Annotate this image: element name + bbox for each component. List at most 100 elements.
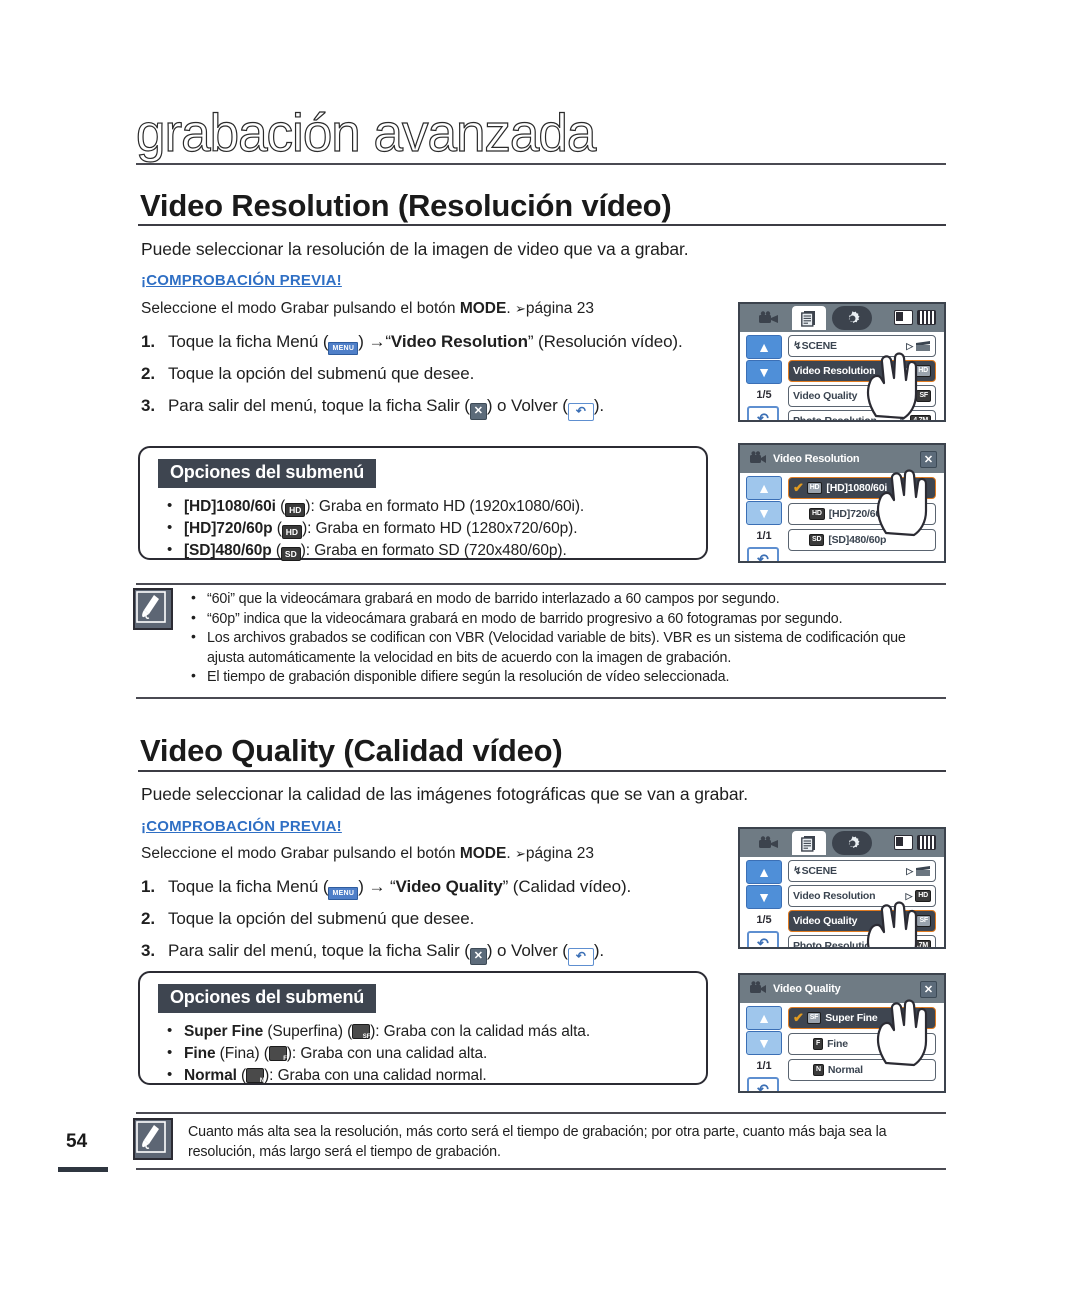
menu-row-video-resolution[interactable]: Video Resolution ▶ HD — [788, 360, 936, 382]
submenu-row-label: Normal — [827, 1064, 863, 1076]
submenu-row-hd720[interactable]: HD [HD]720/60p — [788, 503, 936, 525]
submenu-row-hd1080[interactable]: ✔ HD [HD]1080/60i — [788, 477, 936, 499]
clapper-icon — [916, 866, 930, 876]
submenu-row-fine[interactable]: F Fine — [788, 1033, 936, 1055]
option-row: [HD]720/60p (HD): Graba en formato HD (1… — [162, 517, 584, 540]
chevron-right-icon: ▷ — [906, 390, 914, 401]
quality-badge-icon: F — [813, 1038, 824, 1050]
chevron-right-icon: ▷ — [900, 415, 908, 422]
submenu-options-list-1: [HD]1080/60i (HD): Graba en formato HD (… — [162, 495, 584, 562]
step-pre: Para salir del menú, toque la ficha Sali… — [168, 396, 470, 415]
menu-row-photo-resolution[interactable]: Photo Resolution ▷ 4.7M — [788, 935, 936, 949]
submenu-row-super-fine[interactable]: ✔ SF Super Fine — [788, 1007, 936, 1029]
back-icon[interactable]: ↶ — [567, 403, 594, 421]
note-divider-top-2 — [136, 1112, 946, 1114]
submenu-options-box-2: Opciones del submenú Super Fine (Superfi… — [138, 971, 708, 1087]
close-icon[interactable]: ✕ — [469, 948, 487, 965]
camcorder-tab[interactable] — [752, 306, 786, 330]
hd-badge-icon: HD — [281, 525, 303, 539]
chevron-right-icon: ▷ — [905, 890, 913, 901]
menu-row-video-quality[interactable]: Video Quality ▷ SF — [788, 385, 936, 407]
submenu-row-label: [HD]720/60p — [828, 508, 888, 520]
menu-row-scene[interactable]: ↯SCENE ▷ — [788, 860, 936, 882]
submenu-row-normal[interactable]: N Normal — [788, 1059, 936, 1081]
manual-page: grabación avanzada Video Resolution (Res… — [0, 0, 1080, 1289]
step-mid: ) — [358, 877, 369, 896]
scroll-down-button[interactable]: ▼ — [746, 1031, 782, 1055]
back-button[interactable]: ↶ — [747, 1077, 779, 1091]
chevron-right-icon: ▷ — [906, 340, 913, 351]
status-icons — [894, 310, 936, 325]
note-item: “60i” que la videocámara grabará en modo… — [188, 588, 946, 610]
back-icon[interactable]: ↶ — [567, 948, 594, 966]
menu-icon[interactable]: MENU — [328, 342, 359, 355]
section-divider-1 — [138, 224, 946, 226]
menu-row-video-resolution[interactable]: Video Resolution ▷ HD — [788, 885, 936, 907]
lcd-menu-video-resolution: ▲ ▼ 1/5 ↶ ↯SCENE ▷ Video Resolution ▶ HD… — [738, 302, 946, 422]
step-number: 1. — [141, 877, 155, 896]
scroll-up-button[interactable]: ▲ — [746, 860, 782, 884]
hd-badge-icon: HD — [285, 503, 306, 517]
chapter-header: grabación avanzada — [135, 103, 946, 164]
page-number-rule — [58, 1167, 108, 1172]
sd-badge-icon: SD — [809, 534, 825, 546]
menu-icon[interactable]: MENU — [328, 887, 359, 900]
scroll-down-button[interactable]: ▼ — [746, 360, 782, 384]
chapter-divider — [136, 163, 946, 165]
step-bold-term: Video Resolution — [390, 332, 528, 351]
camcorder-tab[interactable] — [752, 831, 786, 855]
option-label: [HD]720/60p — [184, 520, 273, 537]
sd-badge-icon: SD — [280, 547, 301, 561]
scroll-down-button[interactable]: ▼ — [746, 885, 782, 909]
back-button[interactable]: ↶ — [747, 931, 779, 947]
section-heading-video-quality: Video Quality (Calidad vídeo) — [140, 733, 563, 768]
menu-row-video-quality[interactable]: Video Quality ▶ SF — [788, 910, 936, 932]
submenu-title: Video Quality — [750, 980, 936, 998]
close-icon[interactable]: ✕ — [920, 981, 937, 998]
section-divider-2 — [138, 770, 946, 772]
step-text: Para salir del menú, toque la ficha Sali… — [168, 396, 604, 421]
submenu-options-title-1: Opciones del submenú — [158, 459, 377, 488]
precheck-text-a-2: Seleccione el modo Grabar pulsando el bo… — [141, 845, 460, 862]
step-mid: ) — [358, 332, 369, 351]
submenu-row-sd480[interactable]: SD [SD]480/60p — [788, 529, 936, 551]
menu-row-photo-resolution[interactable]: Photo Resolution ▷ 4.7M — [788, 410, 936, 422]
option-desc: : Graba en formato SD (720x480/60p). — [305, 542, 567, 559]
submenu-options-box-1: Opciones del submenú [HD]1080/60i (HD): … — [138, 446, 708, 562]
scroll-up-button[interactable]: ▲ — [746, 1006, 782, 1030]
step-text: Toque la opción del submenú que desee. — [168, 364, 475, 383]
menu-row-scene[interactable]: ↯SCENE ▷ — [788, 335, 936, 357]
close-icon[interactable]: ✕ — [469, 403, 487, 420]
scroll-down-button[interactable]: ▼ — [746, 501, 782, 525]
note-divider-top-1 — [136, 583, 946, 585]
list-tab[interactable] — [792, 306, 826, 330]
chevron-right-icon: ▷ — [900, 940, 908, 949]
step-post: (Resolución vídeo). — [533, 332, 683, 351]
note-list-1: “60i” que la videocámara grabará en modo… — [188, 588, 946, 688]
quote-open: “ — [385, 877, 396, 896]
note-item: El tiempo de grabación disponible difier… — [188, 666, 946, 688]
settings-tab[interactable] — [832, 306, 872, 330]
scroll-up-button[interactable]: ▲ — [746, 335, 782, 359]
list-tab[interactable] — [792, 831, 826, 855]
precheck-page-ref-1: página 23 — [525, 300, 594, 317]
back-button[interactable]: ↶ — [747, 547, 779, 561]
step-number: 2. — [141, 364, 155, 383]
submenu-options-list-2: Super Fine (Superfina) (): Graba con la … — [162, 1020, 591, 1087]
camcorder-icon — [750, 451, 767, 467]
option-desc: : Graba con una calidad alta. — [291, 1045, 488, 1062]
menu-row-label: Video Quality — [793, 915, 858, 927]
option-desc: : Graba en formato HD (1280x720/60p). — [307, 520, 578, 537]
back-button[interactable]: ↶ — [747, 406, 779, 420]
note-divider-bottom-2 — [136, 1168, 946, 1170]
option-desc: : Graba con la calidad más alta. — [375, 1023, 591, 1040]
option-label: Super Fine — [184, 1023, 264, 1040]
close-icon[interactable]: ✕ — [920, 451, 937, 468]
photo-resolution-badge-icon: 4.7M — [910, 940, 931, 947]
precheck-mode-1: MODE — [459, 300, 507, 317]
settings-tab[interactable] — [832, 831, 872, 855]
step-mid: ) o Volver ( — [486, 396, 568, 415]
page-number: 54 — [66, 1131, 88, 1152]
scroll-up-button[interactable]: ▲ — [746, 476, 782, 500]
lcd-menu-video-quality: ▲ ▼ 1/5 ↶ ↯SCENE ▷ Video Resolution ▷ HD… — [738, 827, 946, 949]
